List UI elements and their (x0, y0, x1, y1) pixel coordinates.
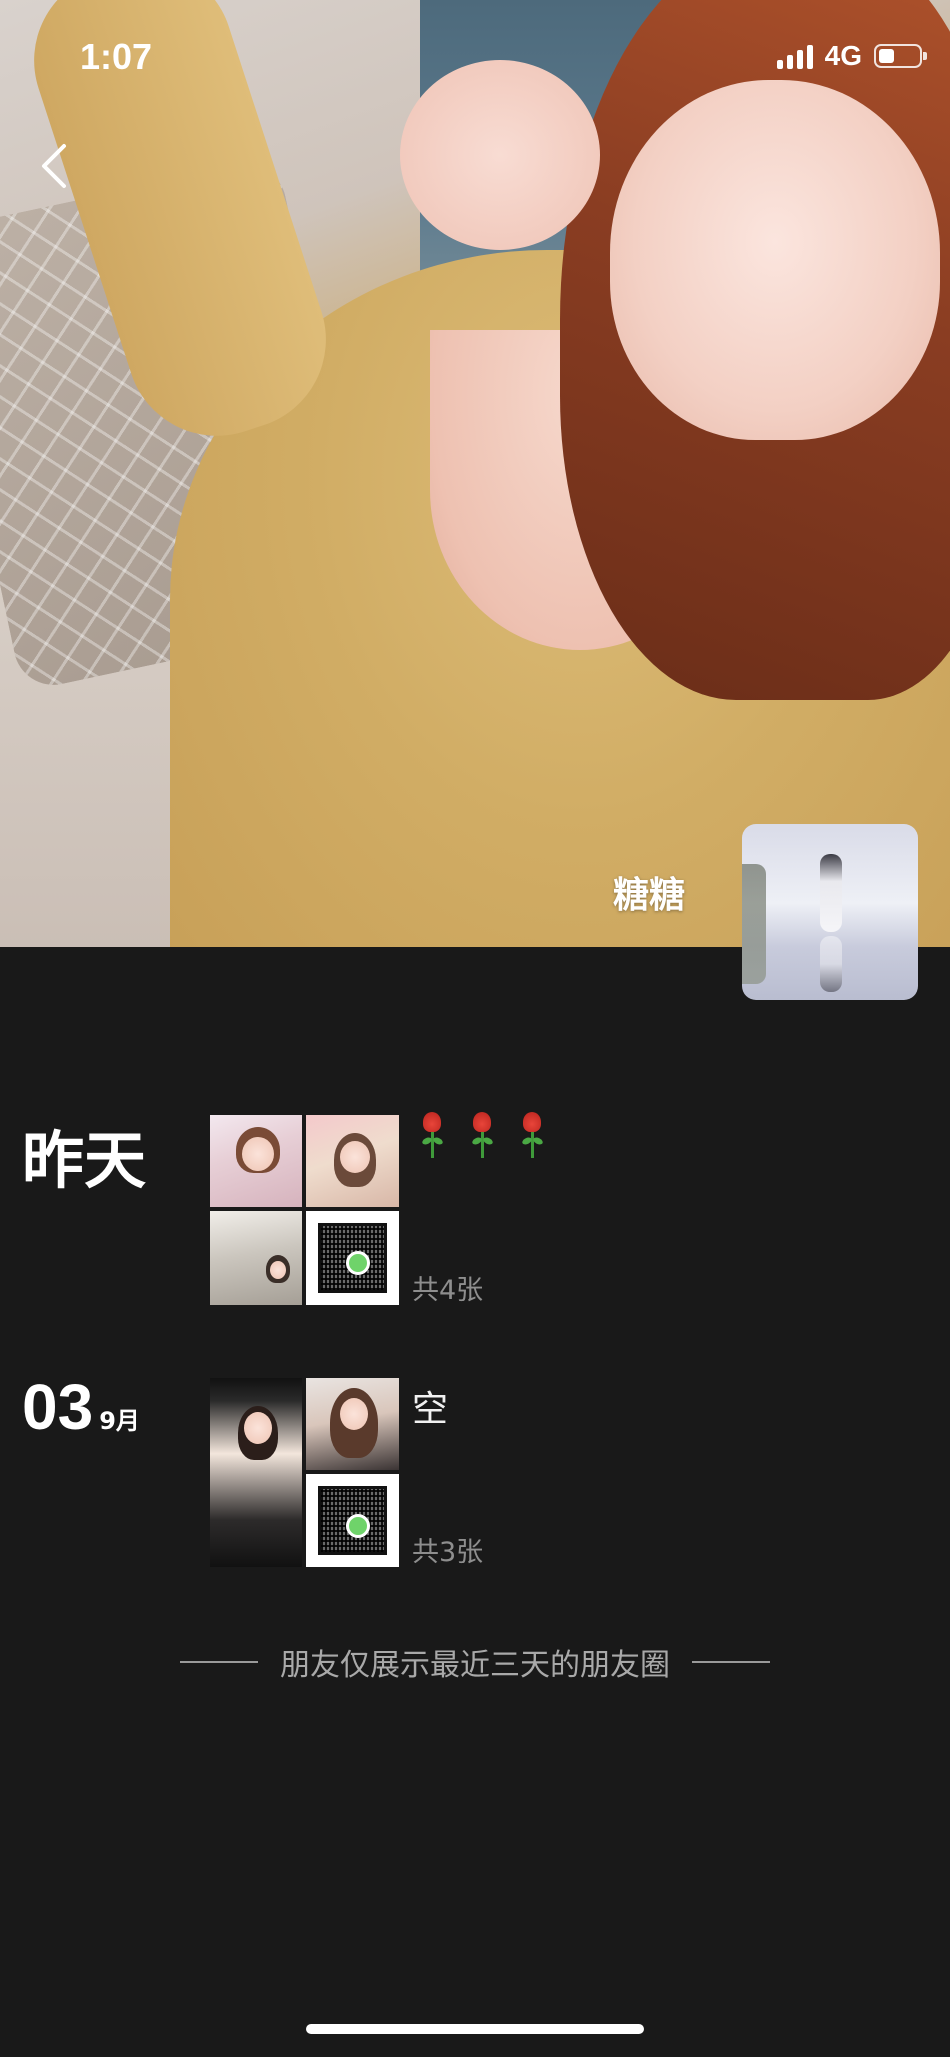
photo-count: 共3张 (412, 1537, 484, 1568)
profile-avatar[interactable] (742, 824, 918, 1000)
cover-hand (400, 60, 600, 250)
rose-icon (420, 1112, 444, 1160)
status-indicators: 4G (776, 40, 927, 72)
divider-line (692, 1661, 770, 1663)
photo-count: 共4张 (412, 1275, 484, 1306)
post-date-label: 昨天 (22, 1124, 147, 1197)
post-thumbnail[interactable] (210, 1211, 302, 1305)
post-date-day: 03 (22, 1371, 94, 1443)
signal-icon (776, 43, 813, 69)
cover-face (610, 80, 940, 440)
qr-code-thumbnail[interactable] (306, 1474, 399, 1567)
home-indicator[interactable] (306, 2024, 644, 2034)
post-thumbnail[interactable] (210, 1115, 302, 1207)
battery-icon (874, 44, 927, 68)
chevron-left-icon[interactable] (34, 140, 74, 192)
post-thumbnail[interactable] (306, 1115, 399, 1207)
post-text-roses (420, 1112, 544, 1160)
battery-level (879, 49, 894, 63)
network-type: 4G (824, 40, 862, 71)
divider-line (180, 1661, 258, 1663)
post-thumbnail[interactable] (306, 1378, 399, 1470)
cover-photo[interactable] (0, 0, 950, 947)
rose-icon (520, 1112, 544, 1160)
status-time: 1:07 (80, 36, 153, 77)
post-text: 空 (412, 1389, 449, 1430)
post-date-month: 9月 (99, 1407, 140, 1435)
qr-code-thumbnail[interactable] (306, 1211, 399, 1305)
post-thumbnail[interactable] (210, 1378, 302, 1567)
visibility-note-text: 朋友仅展示最近三天的朋友圈 (280, 1648, 670, 1683)
post-date: 03 9月 (22, 1370, 140, 1444)
rose-icon (470, 1112, 494, 1160)
visibility-note: 朋友仅展示最近三天的朋友圈 (0, 1640, 950, 1684)
profile-nickname: 糖糖 (612, 875, 685, 916)
